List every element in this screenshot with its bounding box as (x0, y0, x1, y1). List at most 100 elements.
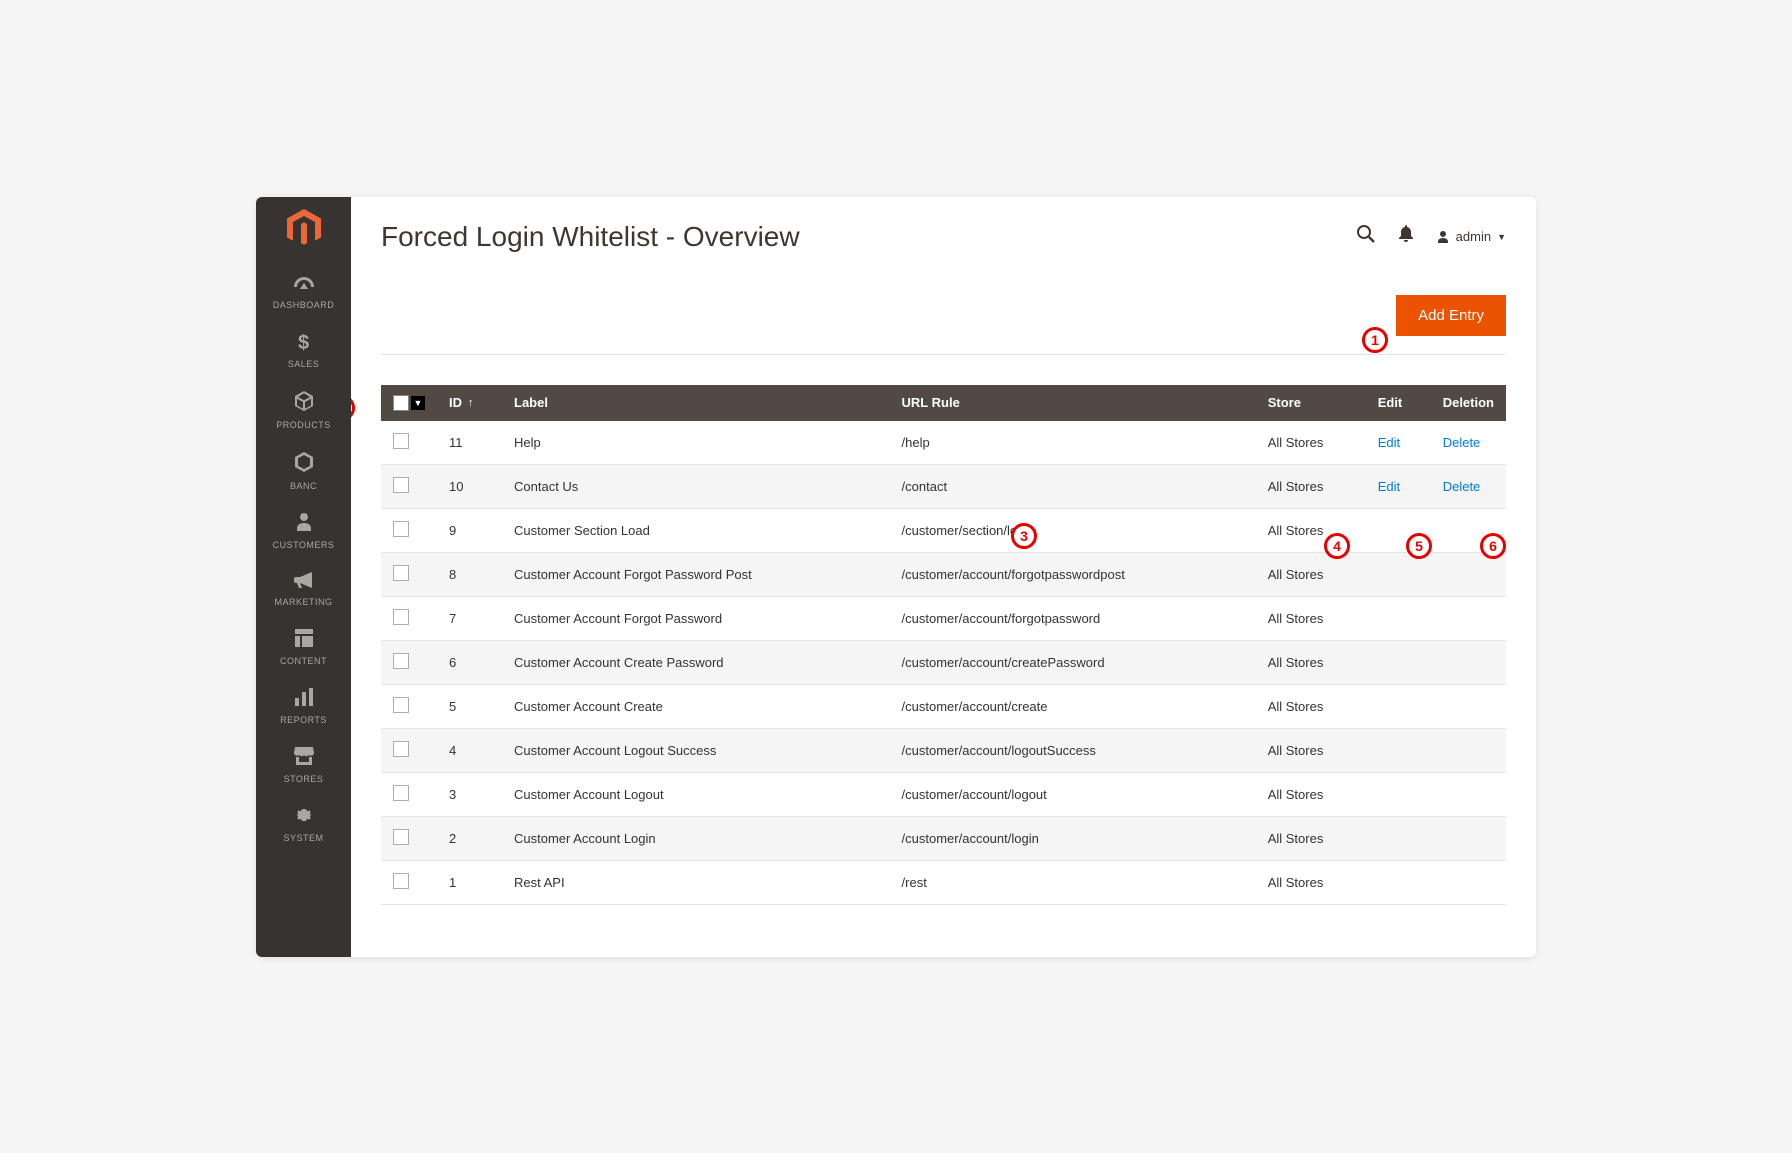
cube-icon (295, 391, 313, 416)
row-checkbox[interactable] (393, 697, 409, 713)
sidebar-item-system[interactable]: SYSTEM (273, 796, 335, 855)
cell-label: Rest API (502, 860, 890, 904)
delete-link[interactable]: Delete (1443, 479, 1481, 494)
column-edit[interactable]: Edit (1366, 385, 1431, 421)
cell-url-rule: /customer/account/login (890, 816, 1256, 860)
sidebar-item-label: CUSTOMERS (273, 540, 335, 550)
table-row[interactable]: 1Rest API/restAll Stores (381, 860, 1506, 904)
row-checkbox[interactable] (393, 873, 409, 889)
delete-link[interactable]: Delete (1443, 435, 1481, 450)
select-all-dropdown-icon[interactable]: ▼ (411, 396, 425, 410)
cell-store: All Stores (1256, 772, 1366, 816)
user-label: admin (1456, 229, 1491, 244)
table-row[interactable]: 6Customer Account Create Password/custom… (381, 640, 1506, 684)
column-deletion[interactable]: Deletion (1431, 385, 1506, 421)
sidebar-item-sales[interactable]: $ SALES (273, 322, 335, 381)
cell-label: Customer Account Login (502, 816, 890, 860)
edit-link[interactable]: Edit (1378, 435, 1400, 450)
sidebar-item-dashboard[interactable]: DASHBOARD (273, 265, 335, 322)
column-url-rule[interactable]: URL Rule (890, 385, 1256, 421)
cell-url-rule: /customer/section/load (890, 508, 1256, 552)
table-row[interactable]: 10Contact Us/contactAll StoresEditDelete (381, 464, 1506, 508)
column-label[interactable]: Label (502, 385, 890, 421)
table-row[interactable]: 2Customer Account Login/customer/account… (381, 816, 1506, 860)
magento-logo-icon[interactable] (287, 209, 321, 247)
row-checkbox[interactable] (393, 521, 409, 537)
cell-id: 5 (437, 684, 502, 728)
cell-store: All Stores (1256, 684, 1366, 728)
cell-edit: Edit (1366, 464, 1431, 508)
table-row[interactable]: 4Customer Account Logout Success/custome… (381, 728, 1506, 772)
sidebar-item-marketing[interactable]: MARKETING (273, 562, 335, 619)
sidebar-item-reports[interactable]: REPORTS (273, 678, 335, 737)
row-checkbox[interactable] (393, 741, 409, 757)
sidebar-item-label: MARKETING (274, 597, 332, 607)
table-row[interactable]: 5Customer Account Create/customer/accoun… (381, 684, 1506, 728)
row-checkbox[interactable] (393, 829, 409, 845)
cell-url-rule: /customer/account/forgotpasswordpost (890, 552, 1256, 596)
cell-delete (1431, 816, 1506, 860)
select-all-checkbox[interactable] (393, 395, 409, 411)
cell-url-rule: /customer/account/logoutSuccess (890, 728, 1256, 772)
edit-link[interactable]: Edit (1378, 479, 1400, 494)
sidebar-item-label: SALES (288, 359, 320, 369)
search-icon[interactable] (1356, 224, 1376, 249)
sidebar-item-customers[interactable]: CUSTOMERS (273, 503, 335, 562)
app-window: DASHBOARD $ SALES PRODUCTS BANC CUSTOMERS MARK… (256, 197, 1536, 957)
admin-sidebar: DASHBOARD $ SALES PRODUCTS BANC CUSTOMERS MARK… (256, 197, 351, 957)
notifications-icon[interactable] (1398, 225, 1414, 248)
cell-label: Customer Account Logout (502, 772, 890, 816)
sidebar-item-content[interactable]: CONTENT (273, 619, 335, 678)
cell-url-rule: /rest (890, 860, 1256, 904)
cell-store: All Stores (1256, 421, 1366, 465)
sidebar-item-banc[interactable]: BANC (273, 442, 335, 503)
sidebar-item-products[interactable]: PRODUCTS (273, 381, 335, 442)
cell-label: Customer Account Create Password (502, 640, 890, 684)
cell-edit (1366, 728, 1431, 772)
cell-store: All Stores (1256, 816, 1366, 860)
row-checkbox[interactable] (393, 433, 409, 449)
cell-store: All Stores (1256, 640, 1366, 684)
cell-edit (1366, 552, 1431, 596)
dollar-icon: $ (298, 332, 309, 355)
table-row[interactable]: 3Customer Account Logout/customer/accoun… (381, 772, 1506, 816)
sidebar-item-label: REPORTS (280, 715, 327, 725)
add-entry-button[interactable]: Add Entry (1396, 295, 1506, 336)
cell-edit: Edit (1366, 421, 1431, 465)
cell-label: Contact Us (502, 464, 890, 508)
sidebar-item-label: SYSTEM (283, 833, 323, 843)
row-checkbox[interactable] (393, 609, 409, 625)
page-title: Forced Login Whitelist - Overview (381, 221, 800, 253)
sidebar-item-label: BANC (290, 481, 317, 491)
cell-delete (1431, 684, 1506, 728)
cell-edit (1366, 596, 1431, 640)
person-icon (297, 513, 311, 536)
row-checkbox[interactable] (393, 785, 409, 801)
cell-edit (1366, 684, 1431, 728)
row-checkbox[interactable] (393, 477, 409, 493)
toolbar: Add Entry (381, 277, 1506, 355)
cell-label: Help (502, 421, 890, 465)
cell-edit (1366, 640, 1431, 684)
table-row[interactable]: 9Customer Section Load/customer/section/… (381, 508, 1506, 552)
cell-id: 6 (437, 640, 502, 684)
cell-url-rule: /customer/account/forgotpassword (890, 596, 1256, 640)
whitelist-table: ▼ ID ↑ Label URL Rule Store Edit (381, 385, 1506, 905)
column-select-all[interactable]: ▼ (381, 385, 437, 421)
sidebar-item-label: CONTENT (280, 656, 327, 666)
row-checkbox[interactable] (393, 565, 409, 581)
table-row[interactable]: 11Help/helpAll StoresEditDelete (381, 421, 1506, 465)
layout-icon (295, 629, 313, 652)
user-menu[interactable]: admin ▼ (1436, 229, 1506, 244)
sidebar-item-stores[interactable]: STORES (273, 737, 335, 796)
cell-store: All Stores (1256, 508, 1366, 552)
main-content: Forced Login Whitelist - Overview admin … (351, 197, 1536, 957)
column-store[interactable]: Store (1256, 385, 1366, 421)
column-id[interactable]: ID ↑ (437, 385, 502, 421)
cell-delete (1431, 552, 1506, 596)
cell-delete: Delete (1431, 464, 1506, 508)
cell-store: All Stores (1256, 728, 1366, 772)
row-checkbox[interactable] (393, 653, 409, 669)
table-row[interactable]: 7Customer Account Forgot Password/custom… (381, 596, 1506, 640)
table-row[interactable]: 8Customer Account Forgot Password Post/c… (381, 552, 1506, 596)
